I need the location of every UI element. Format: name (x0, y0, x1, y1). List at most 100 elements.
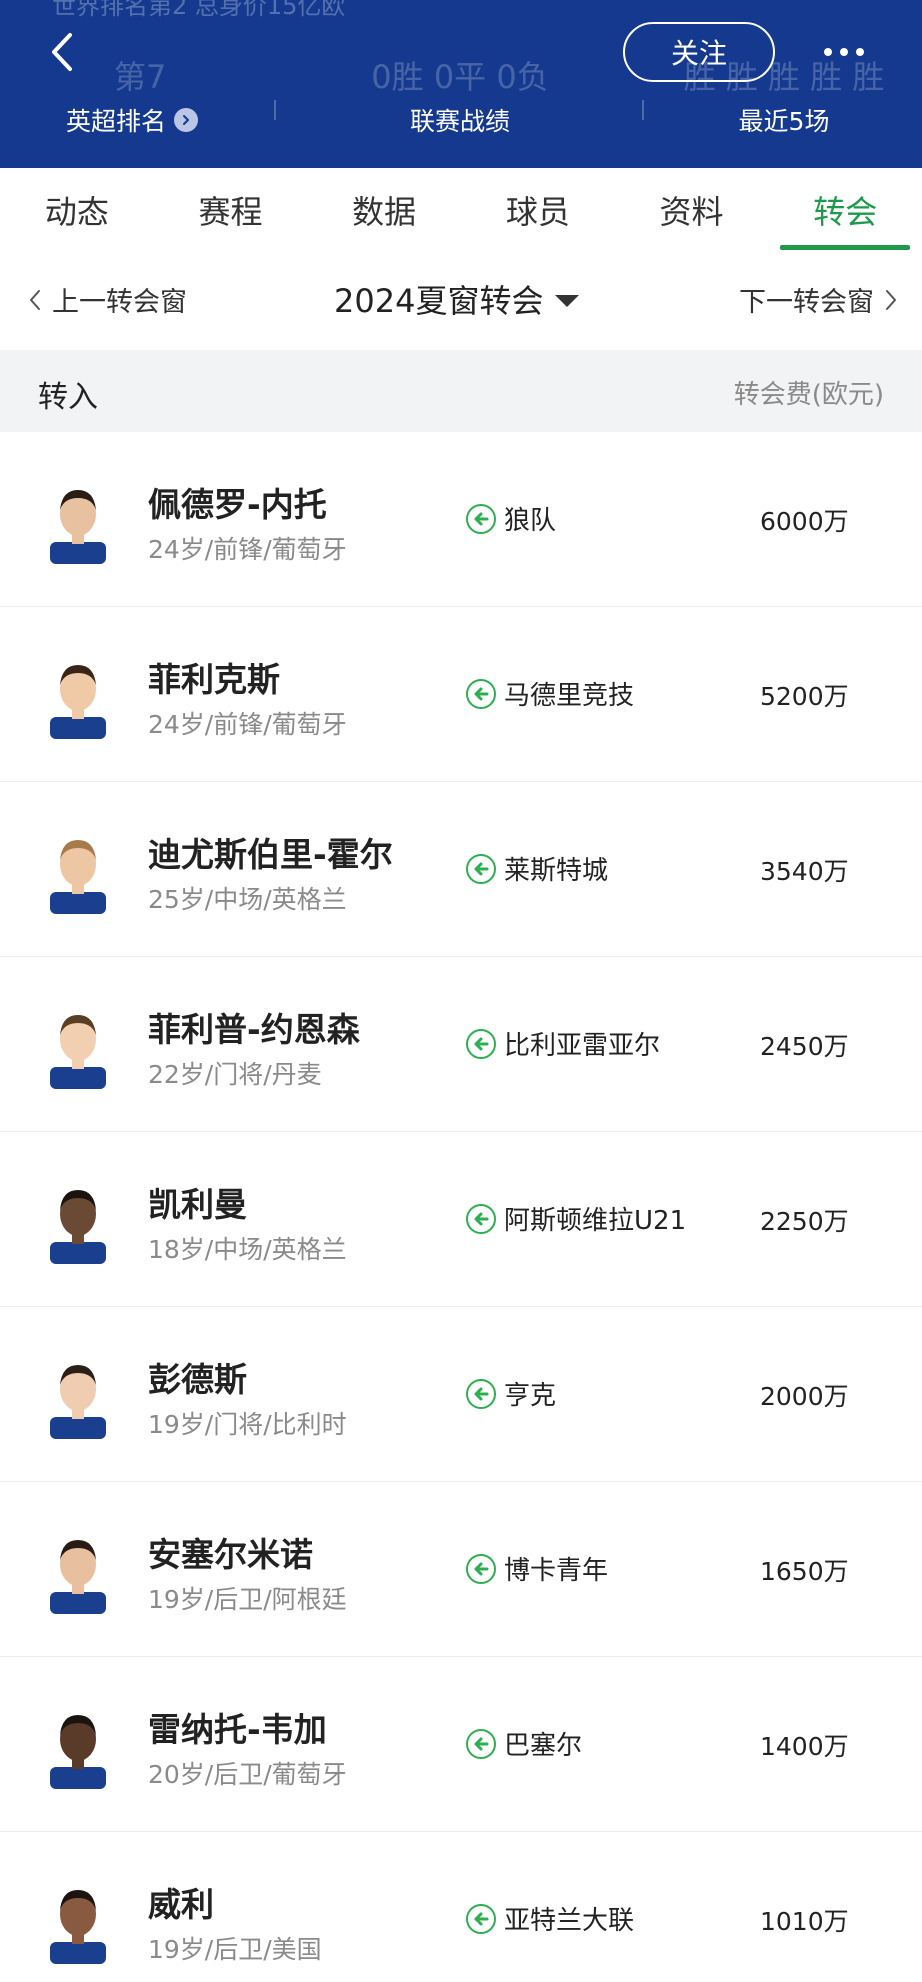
from-club-name: 莱斯特城 (504, 856, 609, 886)
from-club: 比利亚雷亚尔 (466, 1025, 660, 1062)
section-header: 转入 转会费(欧元) (0, 350, 922, 432)
tab-schedule[interactable]: 赛程 (154, 168, 308, 252)
stat-value: 第7 (114, 58, 167, 96)
tab-news[interactable]: 动态 (0, 168, 154, 252)
player-avatar (46, 830, 110, 914)
from-club-name: 阿斯顿维拉U21 (504, 1206, 687, 1236)
tab-transfers[interactable]: 转会 (768, 168, 922, 252)
transfer-row[interactable]: 威利 19岁/后卫/美国 亚特兰大联 1010万 (0, 1832, 922, 1982)
player-name: 彭德斯 (148, 1360, 247, 1399)
player-info: 20岁/后卫/葡萄牙 (148, 1760, 347, 1789)
transfer-fee: 1650万 (760, 1557, 849, 1586)
player-info: 24岁/前锋/葡萄牙 (148, 710, 347, 739)
fee-column-label: 转会费(欧元) (733, 380, 884, 410)
player-avatar (46, 655, 110, 739)
arrow-left-icon (466, 1903, 496, 1934)
player-name: 佩德罗-内托 (148, 485, 327, 524)
prev-window-button[interactable]: 上一转会窗 (28, 280, 187, 319)
transfer-fee: 6000万 (760, 507, 849, 536)
arrow-left-icon (466, 1028, 496, 1059)
arrow-left-icon (466, 503, 496, 534)
from-club-name: 巴塞尔 (504, 1731, 583, 1761)
player-avatar (46, 1705, 110, 1789)
transfer-fee: 2450万 (760, 1032, 849, 1061)
arrow-left-icon (466, 1203, 496, 1234)
stat-recent-form: 胜 胜 胜 胜 胜 最近5场 (654, 58, 914, 138)
tab-stats[interactable]: 数据 (307, 168, 461, 252)
player-info: 24岁/前锋/葡萄牙 (148, 535, 347, 564)
from-club: 狼队 (466, 500, 556, 537)
player-info: 19岁/后卫/阿根廷 (148, 1585, 347, 1614)
from-club: 亚特兰大联 (466, 1900, 634, 1937)
chevron-left-icon (28, 288, 42, 312)
transfer-fee: 3540万 (760, 857, 849, 886)
from-club-name: 比利亚雷亚尔 (504, 1031, 661, 1061)
caret-down-icon (555, 295, 580, 307)
player-avatar (46, 1880, 110, 1964)
transfer-list: 佩德罗-内托 24岁/前锋/葡萄牙 狼队 6000万 菲利克斯 24岁/前锋/葡… (0, 432, 922, 1982)
from-club: 巴塞尔 (466, 1725, 582, 1762)
player-name: 安塞尔米诺 (148, 1535, 313, 1574)
tab-info[interactable]: 资料 (615, 168, 769, 252)
transfer-fee: 5200万 (760, 682, 849, 711)
stat-league-rank[interactable]: 第7 英超排名 (66, 58, 340, 138)
player-avatar (46, 1355, 110, 1439)
transfer-fee: 2250万 (760, 1207, 849, 1236)
arrow-left-icon (466, 853, 496, 884)
player-name: 雷纳托-韦加 (148, 1710, 327, 1749)
prev-window-label: 上一转会窗 (52, 287, 187, 318)
transfer-row[interactable]: 彭德斯 19岁/门将/比利时 亨克 2000万 (0, 1307, 922, 1482)
window-dropdown[interactable]: 2024夏窗转会 (334, 276, 580, 322)
transfer-window-selector: 上一转会窗 2024夏窗转会 下一转会窗 (0, 252, 922, 348)
stat-league-record: 0胜 0平 0负 联赛战绩 (330, 58, 590, 138)
from-club-name: 马德里竞技 (504, 681, 635, 711)
transfer-fee: 1400万 (760, 1732, 849, 1761)
transfer-row[interactable]: 雷纳托-韦加 20岁/后卫/葡萄牙 巴塞尔 1400万 (0, 1657, 922, 1832)
player-info: 22岁/门将/丹麦 (148, 1060, 322, 1089)
transfer-row[interactable]: 凯利曼 18岁/中场/英格兰 阿斯顿维拉U21 2250万 (0, 1132, 922, 1307)
player-info: 18岁/中场/英格兰 (148, 1235, 347, 1264)
team-header: 世界排名第2 总身价15亿欧 关注 第7 英超排名 0胜 0平 0负 联赛战绩 … (0, 0, 922, 168)
from-club-name: 亚特兰大联 (504, 1906, 635, 1936)
stat-label: 联赛战绩 (409, 107, 510, 136)
stat-label: 最近5场 (738, 107, 830, 136)
arrow-left-icon (466, 1553, 496, 1584)
arrow-left-icon (466, 1378, 496, 1409)
player-avatar (46, 1005, 110, 1089)
stat-label: 英超排名 (66, 107, 167, 136)
arrow-left-icon (466, 678, 496, 709)
stat-value: 胜 胜 胜 胜 胜 (683, 58, 885, 96)
player-name: 迪尤斯伯里-霍尔 (148, 835, 393, 874)
player-avatar (46, 480, 110, 564)
stat-value: 0胜 0平 0负 (371, 58, 549, 96)
player-name: 威利 (148, 1885, 214, 1924)
from-club: 亨克 (466, 1375, 556, 1412)
divider (274, 100, 276, 120)
next-window-button[interactable]: 下一转会窗 (739, 280, 898, 319)
player-info: 19岁/门将/比利时 (148, 1410, 347, 1439)
next-window-label: 下一转会窗 (739, 287, 874, 318)
player-name: 菲利克斯 (148, 660, 280, 699)
back-button[interactable] (44, 28, 80, 76)
player-info: 25岁/中场/英格兰 (148, 885, 347, 914)
transfer-row[interactable]: 菲利克斯 24岁/前锋/葡萄牙 马德里竞技 5200万 (0, 607, 922, 782)
transfer-fee: 2000万 (760, 1382, 849, 1411)
transfer-row[interactable]: 安塞尔米诺 19岁/后卫/阿根廷 博卡青年 1650万 (0, 1482, 922, 1657)
player-name: 凯利曼 (148, 1185, 247, 1224)
from-club: 马德里竞技 (466, 675, 634, 712)
player-avatar (46, 1180, 110, 1264)
chevron-right-icon (174, 108, 199, 132)
transfer-row[interactable]: 菲利普-约恩森 22岁/门将/丹麦 比利亚雷亚尔 2450万 (0, 957, 922, 1132)
player-name: 菲利普-约恩森 (148, 1010, 360, 1049)
tab-players[interactable]: 球员 (461, 168, 615, 252)
player-avatar (46, 1530, 110, 1614)
transfer-row[interactable]: 迪尤斯伯里-霍尔 25岁/中场/英格兰 莱斯特城 3540万 (0, 782, 922, 957)
from-club: 博卡青年 (466, 1550, 608, 1587)
transfer-row[interactable]: 佩德罗-内托 24岁/前锋/葡萄牙 狼队 6000万 (0, 432, 922, 607)
divider (642, 100, 644, 120)
from-club: 莱斯特城 (466, 850, 608, 887)
from-club-name: 狼队 (504, 506, 557, 536)
from-club-name: 博卡青年 (504, 1556, 609, 1586)
team-summary-text: 世界排名第2 总身价15亿欧 (52, 0, 346, 20)
current-window-label: 2024夏窗转会 (334, 282, 544, 320)
